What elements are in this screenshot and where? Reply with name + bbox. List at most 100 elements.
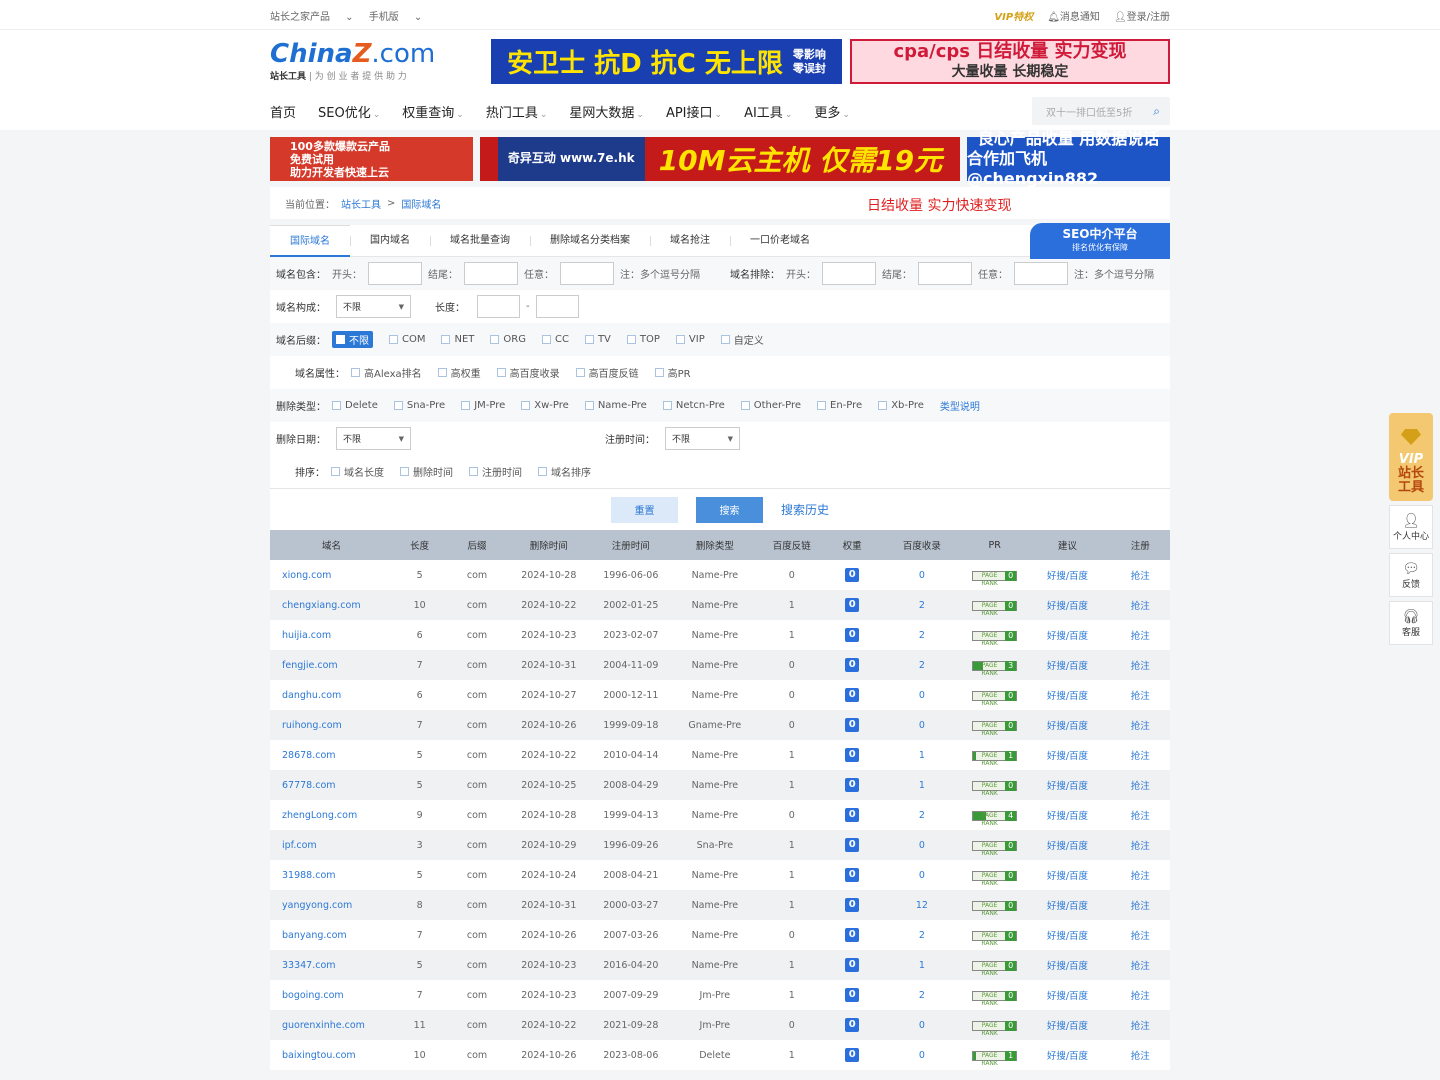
baidu-index-cell[interactable]: 1 <box>878 950 965 980</box>
register-link[interactable]: 抢注 <box>1110 590 1170 620</box>
search-button[interactable]: 搜索 <box>695 496 763 523</box>
deltype-en-checkbox[interactable]: En-Pre <box>817 400 862 411</box>
baidu-index-cell[interactable]: 0 <box>878 830 965 860</box>
ad-seo-platform[interactable]: SEO中介平台 排名优化有保障 <box>1030 223 1170 259</box>
domain-cell[interactable]: huijia.com <box>270 620 393 650</box>
baidu-index-cell[interactable]: 12 <box>878 890 965 920</box>
register-link[interactable]: 抢注 <box>1110 830 1170 860</box>
user-center-button[interactable]: 👤︎ 个人中心 <box>1389 505 1433 549</box>
domain-cell[interactable]: ruihong.com <box>270 710 393 740</box>
register-link[interactable]: 抢注 <box>1110 980 1170 1010</box>
suggest-link[interactable]: 好搜/百度 <box>1024 770 1111 800</box>
tab-deleted-archive[interactable]: 删除域名分类档案 <box>530 225 650 257</box>
domain-cell[interactable]: baixingtou.com <box>270 1040 393 1070</box>
register-link[interactable]: 抢注 <box>1110 920 1170 950</box>
baidu-index-cell[interactable]: 2 <box>878 620 965 650</box>
baidu-index-cell[interactable]: 0 <box>878 710 965 740</box>
domain-cell[interactable]: chengxiang.com <box>270 590 393 620</box>
domain-cell[interactable]: banyang.com <box>270 920 393 950</box>
suggest-link[interactable]: 好搜/百度 <box>1024 680 1111 710</box>
contains-any-input[interactable] <box>560 262 614 285</box>
weight-badge[interactable]: 0 <box>845 808 860 822</box>
notify-link[interactable]: 🔔︎消息通知 <box>1047 8 1100 23</box>
suffix-com-checkbox[interactable]: COM <box>389 334 425 345</box>
col-reg-time[interactable]: 注册时间 <box>589 530 672 560</box>
length-max-input[interactable] <box>535 295 579 318</box>
baidu-index-cell[interactable]: 1 <box>878 770 965 800</box>
reset-button[interactable]: 重置 <box>610 496 678 523</box>
reg-time-select[interactable]: 不限 ▼ <box>665 427 740 450</box>
search-input[interactable]: 双十一排口低至5折 ⌕ <box>1032 97 1170 125</box>
service-button[interactable]: 🎧︎ 客服 <box>1389 601 1433 645</box>
baidu-index-cell[interactable]: 0 <box>878 680 965 710</box>
suffix-vip-checkbox[interactable]: VIP <box>675 334 705 345</box>
suggest-link[interactable]: 好搜/百度 <box>1024 650 1111 680</box>
register-link[interactable]: 抢注 <box>1110 950 1170 980</box>
baidu-index-cell[interactable]: 2 <box>878 590 965 620</box>
baidu-index-cell[interactable]: 0 <box>878 1010 965 1040</box>
feedback-button[interactable]: 💬︎ 反馈 <box>1389 553 1433 597</box>
delete-date-select[interactable]: 不限 ▼ <box>336 427 411 450</box>
contains-start-input[interactable] <box>368 262 422 285</box>
domain-cell[interactable]: guorenxinhe.com <box>270 1010 393 1040</box>
deltype-delete-checkbox[interactable]: Delete <box>332 400 378 411</box>
baidu-index-cell[interactable]: 0 <box>878 1040 965 1070</box>
sort-delete-time-checkbox[interactable]: 删除时间 <box>400 464 453 479</box>
exclude-start-input[interactable] <box>822 262 876 285</box>
col-baidu-index[interactable]: 百度收录 <box>878 530 965 560</box>
nav-ai[interactable]: AI工具 ⌄ <box>744 102 792 121</box>
domain-cell[interactable]: 33347.com <box>270 950 393 980</box>
weight-badge[interactable]: 0 <box>845 718 860 732</box>
deltype-other-checkbox[interactable]: Other-Pre <box>740 400 801 411</box>
suggest-link[interactable]: 好搜/百度 <box>1024 740 1111 770</box>
weight-badge[interactable]: 0 <box>845 778 860 792</box>
suffix-cc-checkbox[interactable]: CC <box>541 334 569 345</box>
deltype-name-checkbox[interactable]: Name-Pre <box>584 400 647 411</box>
deltype-jm-checkbox[interactable]: JM-Pre <box>461 400 505 411</box>
baidu-index-cell[interactable]: 1 <box>878 740 965 770</box>
ad-banner-cpa[interactable]: cpa/cps 日结收量 实力变现 大量收量 长期稳定 <box>850 39 1170 84</box>
nav-home[interactable]: 首页 <box>270 102 296 121</box>
deltype-xw-checkbox[interactable]: Xw-Pre <box>521 400 569 411</box>
ad-banner-chengxin[interactable]: 良心产品收量 用数据说话 合作加飞机@chengxin882 <box>967 129 1170 188</box>
suffix-tv-checkbox[interactable]: TV <box>584 334 611 345</box>
nav-more[interactable]: 更多 ⌄ <box>814 102 850 121</box>
register-link[interactable]: 抢注 <box>1110 620 1170 650</box>
breadcrumb-current[interactable]: 国际域名 <box>401 196 441 211</box>
suffix-any-checkbox[interactable]: 不限 <box>332 331 373 348</box>
baidu-index-cell[interactable]: 2 <box>878 920 965 950</box>
register-link[interactable]: 抢注 <box>1110 860 1170 890</box>
domain-cell[interactable]: yangyong.com <box>270 890 393 920</box>
suggest-link[interactable]: 好搜/百度 <box>1024 860 1111 890</box>
suffix-custom-checkbox[interactable]: 自定义 <box>720 332 764 347</box>
tab-cn-domain[interactable]: 国内域名 <box>350 225 430 257</box>
domain-cell[interactable]: zhengLong.com <box>270 800 393 830</box>
weight-badge[interactable]: 0 <box>845 658 860 672</box>
tab-batch-query[interactable]: 域名批量查询 <box>430 225 530 257</box>
attr-alexa-checkbox[interactable]: 高Alexa排名 <box>351 365 422 380</box>
suggest-link[interactable]: 好搜/百度 <box>1024 800 1111 830</box>
weight-badge[interactable]: 0 <box>845 988 860 1002</box>
suggest-link[interactable]: 好搜/百度 <box>1024 590 1111 620</box>
tab-domain-snap[interactable]: 域名抢注 <box>650 225 730 257</box>
col-length[interactable]: 长度 <box>393 530 447 560</box>
domain-cell[interactable]: ipf.com <box>270 830 393 860</box>
nav-weight[interactable]: 权重查询 ⌄ <box>402 102 464 121</box>
attr-weight-checkbox[interactable]: 高权重 <box>437 365 481 380</box>
ad-banner-7e[interactable]: 奇异互动 www.7e.hk 10M云主机 仅需19元 <box>480 137 960 181</box>
attr-pr-checkbox[interactable]: 高PR <box>654 365 691 380</box>
contains-end-input[interactable] <box>464 262 518 285</box>
col-backlink[interactable]: 百度反链 <box>757 530 826 560</box>
domain-cell[interactable]: 31988.com <box>270 860 393 890</box>
deltype-xb-checkbox[interactable]: Xb-Pre <box>878 400 924 411</box>
type-help-link[interactable]: 类型说明 <box>940 398 980 413</box>
tab-fixed-price[interactable]: 一口价老域名 <box>730 225 830 257</box>
col-register[interactable]: 注册 <box>1110 530 1170 560</box>
register-link[interactable]: 抢注 <box>1110 1040 1170 1070</box>
weight-badge[interactable]: 0 <box>845 688 860 702</box>
col-suggest[interactable]: 建议 <box>1024 530 1111 560</box>
baidu-index-cell[interactable]: 0 <box>878 560 965 590</box>
breadcrumb-home[interactable]: 站长工具 <box>341 196 381 211</box>
mobile-menu[interactable]: 手机版 ⌄ <box>369 12 423 23</box>
suggest-link[interactable]: 好搜/百度 <box>1024 830 1111 860</box>
